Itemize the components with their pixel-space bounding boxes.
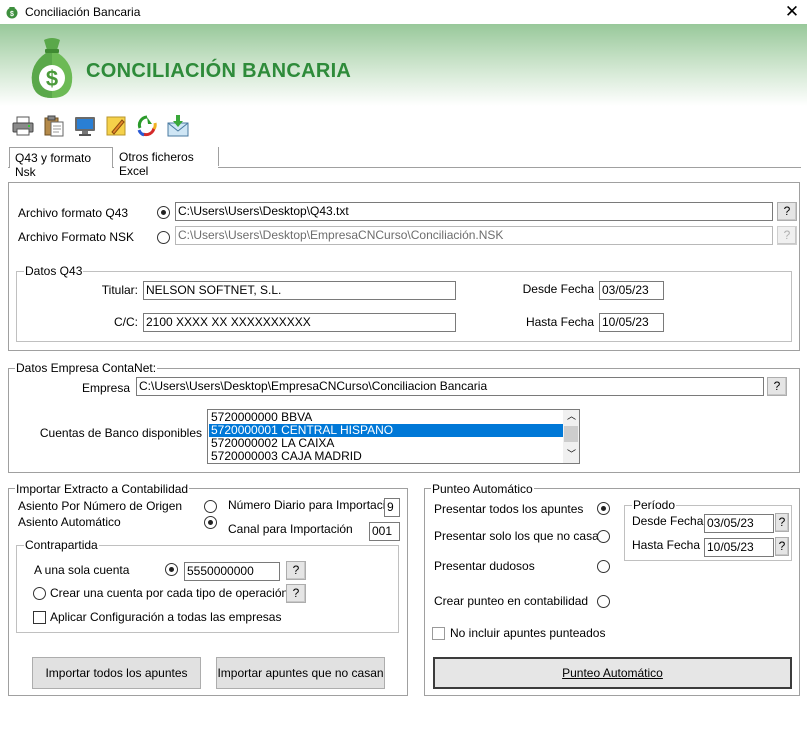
datos-q43-legend: Datos Q43 [24,264,84,278]
punteo-todos-label: Presentar todos los apuntes [434,502,584,516]
una-cuenta-radio[interactable] [165,563,178,576]
svg-text:$: $ [10,11,14,18]
tab-separator [218,147,220,166]
una-cuenta-browse-button[interactable]: ? [286,561,306,580]
scroll-thumb[interactable] [564,426,578,442]
una-cuenta-field[interactable]: 5550000000 [184,562,280,581]
money-bag-logo-icon: $ [31,38,73,98]
header-banner: $ CONCILIACIÓN BANCARIA [0,24,807,106]
punteo-automatico-label: Punteo Automático [562,666,663,680]
periodo-hasta-field[interactable]: 10/05/23 [704,538,774,557]
nsk-file-label: Archivo Formato NSK [18,230,135,244]
q43-browse-button[interactable]: ? [777,202,797,221]
importar-no-casan-button[interactable]: Importar apuntes que no casan [216,657,385,689]
periodo-desde-field[interactable]: 03/05/23 [704,514,774,533]
q43-path-field[interactable]: C:\Users\Users\Desktop\Q43.txt [175,202,773,221]
periodo-legend: Período [632,498,677,512]
crear-cuenta-label: Crear una cuenta por cada tipo de operac… [50,586,289,600]
recycle-icon[interactable] [135,114,159,138]
tab-q43-nsk[interactable]: Q43 y formato Nsk [9,147,113,179]
punteo-dudosos-label: Presentar dudosos [434,559,535,573]
punteo-no-casan-label: Presentar solo los que no casan [434,529,606,543]
banner-heading: CONCILIACIÓN BANCARIA [86,60,352,82]
punteo-dudosos-radio[interactable] [597,560,610,573]
asiento-automatico-label: Asiento Automático [18,515,121,529]
contrapartida-legend: Contrapartida [24,538,99,552]
cuentas-scrollbar[interactable]: ︿ ﹀ [563,410,579,463]
no-incluir-checkbox[interactable] [432,627,445,640]
clipboard-icon[interactable] [42,114,66,138]
tab-excel[interactable]: Otros ficheros Excel [114,147,218,178]
nsk-browse-button[interactable]: ? [777,226,797,245]
cc-label: C/C: [114,315,138,329]
punteo-todos-radio[interactable] [597,502,610,515]
aplicar-checkbox[interactable] [33,611,46,624]
importar-legend: Importar Extracto a Contabilidad [15,482,190,496]
periodo-hasta-label: Hasta Fecha [632,538,701,552]
mail-download-icon[interactable] [166,114,190,138]
q43-desde-label: Desde Fecha [522,282,594,296]
empresa-legend: Datos Empresa ContaNet: [15,361,158,375]
scroll-up-icon[interactable]: ︿ [567,412,576,421]
tab-label: Q43 y formato Nsk [15,151,92,179]
title-bar: $ Conciliación Bancaria ✕ [0,0,807,24]
scroll-down-icon[interactable]: ﹀ [567,450,576,459]
close-button[interactable]: ✕ [778,0,806,24]
q43-hasta-label: Hasta Fecha [525,315,594,329]
empresa-label: Empresa [81,381,130,395]
una-cuenta-label: A una sola cuenta [34,563,130,577]
nsk-path-field[interactable]: C:\Users\Users\Desktop\EmpresaCNCurso\Co… [175,226,773,245]
cuentas-label: Cuentas de Banco disponibles [39,426,202,440]
periodo-desde-button[interactable]: ? [775,513,789,532]
money-bag-icon: $ [6,7,18,19]
q43-file-radio[interactable] [157,206,170,219]
titular-field[interactable]: NELSON SOFTNET, S.L. [143,281,456,300]
cuenta-list-item[interactable]: 5720000003 CAJA MADRID [209,450,563,463]
q43-file-label: Archivo formato Q43 [18,206,129,220]
close-icon: ✕ [784,2,800,21]
asiento-origen-radio[interactable] [204,500,217,513]
crear-cuenta-radio[interactable] [33,587,46,600]
canal-field[interactable]: 001 [369,522,400,541]
asiento-automatico-radio[interactable] [204,516,217,529]
punteo-crear-label: Crear punteo en contabilidad [434,594,589,608]
monitor-icon[interactable] [73,114,97,138]
cuentas-listbox[interactable]: 5720000000 BBVA 5720000001 CENTRAL HISPAN… [207,409,580,464]
cuentas-list: 5720000000 BBVA 5720000001 CENTRAL HISPAN… [209,411,563,463]
periodo-desde-label: Desde Fecha [632,514,704,528]
svg-text:$: $ [46,66,58,91]
aplicar-label: Aplicar Configuración a todas las empres… [50,610,282,624]
no-incluir-label: No incluir apuntes punteados [450,626,606,640]
tab-label: Otros ficheros Excel [119,150,194,178]
asiento-origen-label: Asiento Por Número de Origen [18,499,183,513]
cc-field[interactable]: 2100 XXXX XX XXXXXXXXXX [143,313,456,332]
empresa-browse-button[interactable]: ? [767,377,787,396]
punteo-automatico-button[interactable]: Punteo Automático [433,657,792,689]
q43-hasta-field[interactable]: 10/05/23 [599,313,664,332]
diario-label: Número Diario para Importación [228,498,399,512]
punteo-crear-radio[interactable] [597,595,610,608]
q43-desde-field[interactable]: 03/05/23 [599,281,664,300]
crear-cuenta-browse-button[interactable]: ? [286,584,306,603]
canal-label: Canal para Importación [228,522,353,536]
printer-icon[interactable] [11,114,35,138]
punteo-no-casan-radio[interactable] [597,530,610,543]
nsk-file-radio[interactable] [157,231,170,244]
diario-field[interactable]: 9 [384,498,400,517]
note-icon[interactable] [104,114,128,138]
periodo-hasta-button[interactable]: ? [775,537,789,556]
importar-todos-button[interactable]: Importar todos los apuntes [32,657,201,689]
empresa-path-field[interactable]: C:\Users\Users\Desktop\EmpresaCNCurso\Co… [136,377,764,396]
window-title: Conciliación Bancaria [25,5,141,19]
titular-label: Titular: [101,283,138,297]
punteo-legend: Punteo Automático [431,482,534,496]
